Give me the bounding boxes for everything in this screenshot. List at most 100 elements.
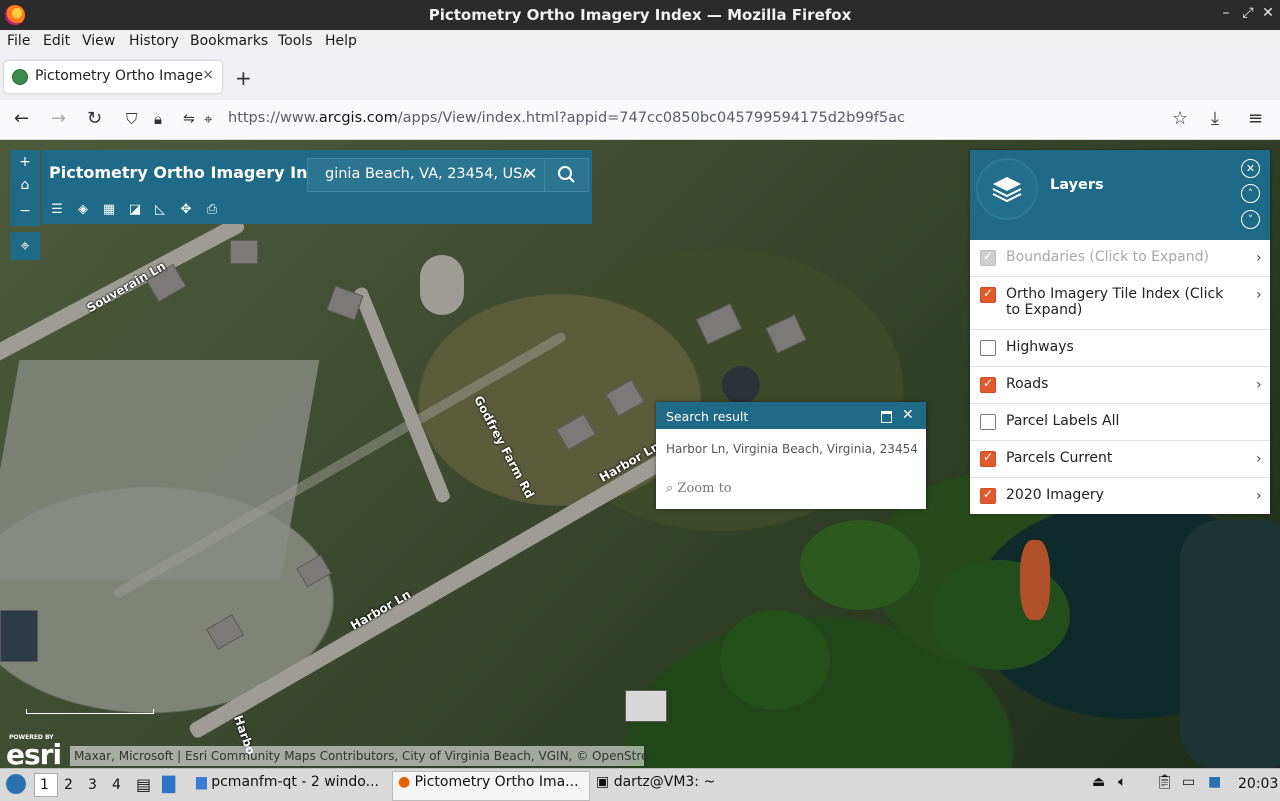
parking-lot <box>0 360 320 580</box>
menu-history[interactable]: History <box>129 33 179 49</box>
layer-checkbox[interactable] <box>980 376 996 393</box>
basemap-icon[interactable]: ▦ <box>101 202 117 218</box>
clear-search-icon[interactable]: ✕ <box>524 164 537 183</box>
layer-row[interactable]: Parcel Labels All <box>970 404 1270 441</box>
layer-row[interactable]: Parcels Current › <box>970 441 1270 478</box>
search-button[interactable] <box>544 159 589 191</box>
chevron-right-icon[interactable]: › <box>1256 287 1262 303</box>
minimize-icon[interactable]: – <box>1216 5 1236 21</box>
chevron-down-icon[interactable]: ˅ <box>1241 210 1260 229</box>
bookmark-star-icon[interactable]: ☆ <box>1172 108 1188 129</box>
app-header: Pictometry Ortho Imagery Index ginia Bea… <box>42 150 592 224</box>
layer-checkbox[interactable] <box>980 487 996 504</box>
layer-row[interactable]: Highways <box>970 330 1270 367</box>
close-panel-icon[interactable]: ✕ <box>1241 159 1260 178</box>
maximize-popup-icon[interactable] <box>881 411 892 423</box>
app-menu-icon[interactable]: ≡ <box>1248 108 1263 129</box>
maximize-icon[interactable]: ⤢ <box>1238 5 1258 21</box>
esri-logo[interactable]: POWERED BY esri <box>6 732 68 771</box>
zoom-out-button[interactable]: − <box>10 203 40 219</box>
permissions-icon[interactable]: ⇋ <box>183 111 195 127</box>
home-button[interactable]: ⌂ <box>10 177 40 193</box>
chevron-right-icon[interactable]: › <box>1256 377 1262 393</box>
directions-icon[interactable]: ✥ <box>178 202 194 218</box>
back-icon[interactable]: ← <box>14 108 29 129</box>
tab-active[interactable]: Pictometry Ortho Imager × <box>4 61 222 93</box>
layer-checkbox[interactable] <box>980 450 996 467</box>
chevron-right-icon[interactable]: › <box>1256 488 1262 504</box>
folder-icon: ▆ <box>196 774 212 790</box>
lock-icon[interactable]: 🔒︎ <box>154 110 162 128</box>
workspace-4[interactable]: 4 <box>112 777 121 793</box>
menu-help[interactable]: Help <box>325 33 357 49</box>
menu-view[interactable]: View <box>82 33 115 49</box>
workspace-3[interactable]: 3 <box>88 777 97 793</box>
measure-icon[interactable]: ◺ <box>152 202 168 218</box>
reload-icon[interactable]: ↻ <box>87 108 102 129</box>
url-path: /apps/View/index.html?appid=747cc0850bc0… <box>397 110 905 126</box>
layer-row[interactable]: 2020 Imagery › <box>970 478 1270 514</box>
popup-title: Search result <box>666 409 749 424</box>
layer-row[interactable]: Boundaries (Click to Expand) › <box>970 240 1270 277</box>
search-box[interactable]: ginia Beach, VA, 23454, USA ✕ <box>307 158 589 192</box>
network-icon[interactable]: ▭ <box>1182 774 1195 790</box>
downloads-icon[interactable]: ⤓ <box>1211 108 1219 129</box>
file-manager-icon[interactable]: ▤ <box>136 775 151 794</box>
layer-checkbox[interactable] <box>980 414 996 430</box>
bare-tree <box>1020 540 1050 620</box>
start-menu-icon[interactable] <box>6 774 26 794</box>
menu-tools[interactable]: Tools <box>278 33 313 49</box>
map-attribution[interactable]: Maxar, Microsoft | Esri Community Maps C… <box>70 746 660 766</box>
menu-bookmarks[interactable]: Bookmarks <box>190 33 268 49</box>
search-result-popup: Search result ✕ Harbor Ln, Virginia Beac… <box>656 402 926 509</box>
task-label: pcmanfm-qt - 2 windo... <box>211 774 379 790</box>
layers-panel: Layers ✕ ˄ ˅ Boundaries (Click to Expand… <box>970 150 1270 514</box>
workspace-2[interactable]: 2 <box>64 777 73 793</box>
new-tab-button[interactable]: + <box>235 66 252 90</box>
layer-checkbox[interactable] <box>980 340 996 356</box>
layer-row[interactable]: Roads › <box>970 367 1270 404</box>
zoom-in-button[interactable]: + <box>10 154 40 170</box>
tab-close-icon[interactable]: × <box>202 67 214 83</box>
task-terminal[interactable]: ▣ dartz@VM3: ~ <box>596 774 715 790</box>
menu-edit[interactable]: Edit <box>43 33 70 49</box>
building <box>0 610 38 662</box>
clipboard-icon[interactable]: 📋︎ <box>1156 774 1174 790</box>
swipe-icon[interactable]: ◪ <box>127 202 143 218</box>
layers-icon[interactable]: ◈ <box>75 202 91 218</box>
layer-checkbox[interactable] <box>980 286 996 303</box>
layer-label: Parcel Labels All <box>1006 413 1120 429</box>
desktop-icon[interactable]: ▇ <box>162 774 175 794</box>
print-icon[interactable]: ⎙ <box>204 202 220 218</box>
forward-icon[interactable]: → <box>51 108 66 129</box>
building <box>206 614 244 650</box>
search-input[interactable]: ginia Beach, VA, 23454, USA <box>325 166 527 182</box>
location-icon[interactable]: ⌖ <box>204 110 212 128</box>
close-popup-icon[interactable]: ✕ <box>902 407 914 423</box>
layer-row[interactable]: Ortho Imagery Tile Index (Click to Expan… <box>970 277 1270 330</box>
chevron-up-icon[interactable]: ˄ <box>1241 184 1260 203</box>
locate-button[interactable]: ⌖ <box>10 232 40 260</box>
chevron-right-icon[interactable]: › <box>1256 250 1262 266</box>
task-firefox[interactable]: ● Pictometry Ortho Ima... <box>398 774 579 790</box>
chevron-right-icon[interactable]: › <box>1256 451 1262 467</box>
road-label: Godfrey Farm Rd <box>471 393 537 501</box>
shield-icon[interactable]: ⛉ <box>126 110 137 128</box>
popup-header: Search result ✕ <box>656 402 926 429</box>
zoom-to-label: Zoom to <box>677 481 732 496</box>
volume-icon[interactable]: 🔈︎ <box>1118 774 1126 790</box>
list-icon[interactable]: ☰ <box>49 202 65 218</box>
url-bar[interactable]: https://www.arcgis.com/apps/View/index.h… <box>228 110 905 126</box>
workspace-1[interactable]: 1 <box>40 777 49 793</box>
building <box>765 314 807 354</box>
tray-up-icon[interactable]: ⏏ <box>1092 774 1105 790</box>
update-icon[interactable]: ■ <box>1208 774 1221 790</box>
taskbar: 1 2 3 4 ▤ ▇ ▆ pcmanfm-qt - 2 windo... ● … <box>0 768 1280 801</box>
layer-checkbox[interactable] <box>980 249 996 266</box>
task-pcmanfm[interactable]: ▆ pcmanfm-qt - 2 windo... <box>196 774 379 790</box>
clock[interactable]: 20:03 <box>1238 776 1278 792</box>
close-icon[interactable]: ✕ <box>1258 5 1278 21</box>
zoom-to-link[interactable]: ⌕ Zoom to <box>666 481 732 496</box>
menu-file[interactable]: File <box>7 33 30 49</box>
url-prefix: https://www. <box>228 110 319 126</box>
